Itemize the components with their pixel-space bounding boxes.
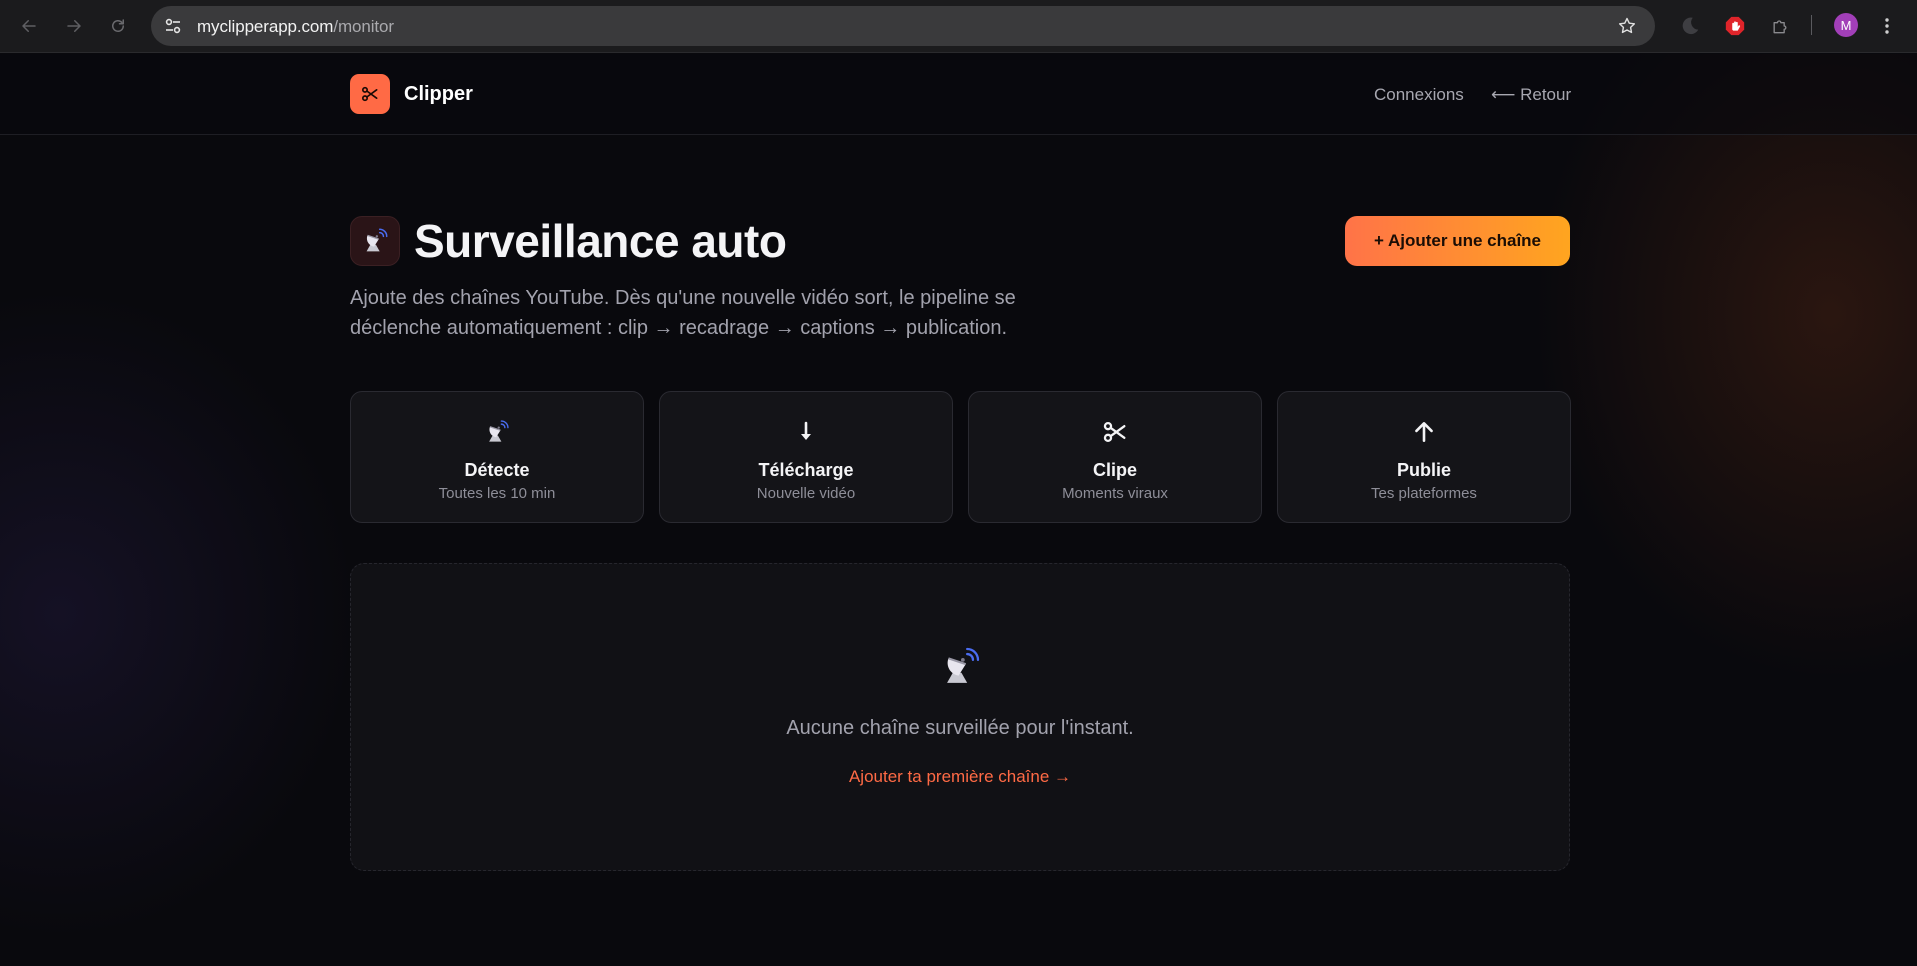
profile-avatar[interactable]: M (1834, 13, 1858, 37)
nav-link-retour[interactable]: ⟵ Retour (1491, 85, 1571, 105)
url-text[interactable]: myclipperapp.com/monitor (197, 17, 394, 37)
reload-icon[interactable] (105, 13, 131, 39)
site-settings-icon[interactable] (163, 16, 183, 36)
dark-mode-extension-icon[interactable] (1678, 14, 1702, 38)
site-header: Clipper Connexions ⟵ Retour (0, 54, 1917, 135)
step-title: Détecte (464, 460, 530, 480)
toolbar-separator (1811, 15, 1812, 35)
forward-icon[interactable] (61, 13, 87, 39)
step-card-publie: Publie Tes plateformes (1277, 391, 1571, 523)
url-host: myclipperapp.com (197, 17, 334, 36)
step-subtitle: Tes plateformes (1371, 485, 1477, 502)
pipeline-steps: Détecte Toutes les 10 min Télécharge Nou… (350, 391, 1571, 523)
address-bar[interactable]: myclipperapp.com/monitor (151, 6, 1655, 46)
nav-link-connexions[interactable]: Connexions (1374, 85, 1464, 105)
step-subtitle: Toutes les 10 min (438, 485, 556, 502)
brand-name[interactable]: Clipper (404, 83, 473, 106)
step-card-detecte: Détecte Toutes les 10 min (350, 391, 644, 523)
satellite-dish-icon (351, 644, 1569, 694)
add-channel-button[interactable]: + Ajouter une chaîne (1345, 216, 1570, 266)
add-first-channel-link[interactable]: Ajouter ta première chaîne → (351, 767, 1569, 787)
page-title: Surveillance auto (414, 215, 787, 267)
step-card-telecharge: Télécharge Nouvelle vidéo (659, 391, 953, 523)
logo[interactable] (350, 74, 390, 114)
adblock-extension-icon[interactable] (1723, 14, 1747, 38)
back-icon[interactable] (16, 13, 42, 39)
page-description: Ajoute des chaînes YouTube. Dès qu'une n… (350, 287, 1016, 339)
step-subtitle: Moments viraux (1062, 485, 1168, 502)
step-subtitle: Nouvelle vidéo (756, 485, 856, 502)
extensions-puzzle-icon[interactable] (1768, 14, 1792, 38)
browser-toolbar: myclipperapp.com/monitor M (0, 0, 1917, 53)
empty-state-card: Aucune chaîne surveillée pour l'instant.… (350, 563, 1570, 871)
browser-menu-icon[interactable] (1877, 14, 1897, 38)
scissors-icon (362, 86, 378, 102)
page: Clipper Connexions ⟵ Retour Surveillance… (0, 54, 1917, 966)
empty-state-message: Aucune chaîne surveillée pour l'instant. (786, 717, 1134, 739)
bookmark-star-icon[interactable] (1617, 16, 1637, 36)
satellite-dish-icon (350, 216, 400, 266)
step-title: Télécharge (758, 460, 854, 480)
step-title: Clipe (1092, 460, 1137, 480)
satellite-dish-icon (351, 416, 643, 448)
step-title: Publie (1396, 460, 1451, 480)
url-path: /monitor (333, 17, 394, 36)
scissors-icon (969, 416, 1261, 448)
step-card-clipe: Clipe Moments viraux (968, 391, 1262, 523)
upload-arrow-icon (1278, 416, 1570, 448)
download-arrow-icon (660, 416, 952, 448)
